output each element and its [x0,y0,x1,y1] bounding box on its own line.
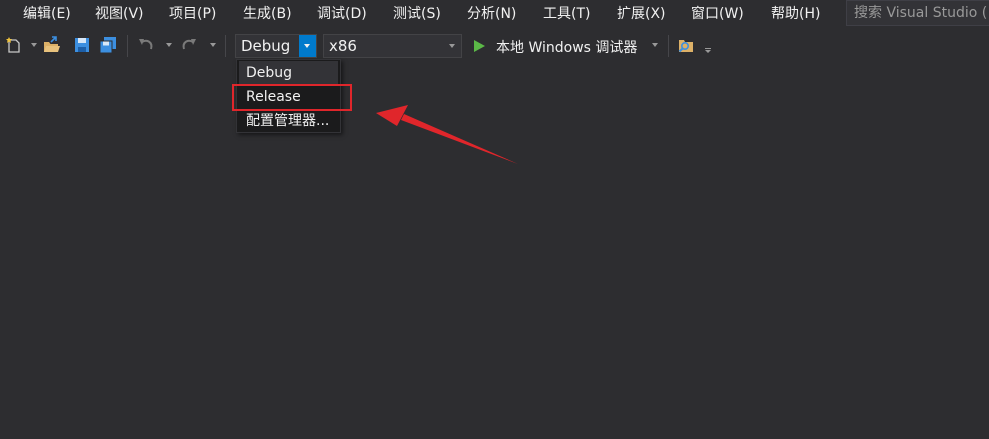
menu-build[interactable]: 生成(B) [243,5,292,23]
toolbar-separator [225,35,226,57]
menu-extensions[interactable]: 扩展(X) [617,5,666,23]
undo-icon[interactable] [137,36,155,54]
platform-dropdown-button[interactable] [444,35,461,57]
play-icon [474,40,485,52]
redo-dropdown-icon[interactable] [210,43,216,47]
menu-bar: 编辑(E) 视图(V) 项目(P) 生成(B) 调试(D) 测试(S) 分析(N… [0,0,989,28]
menu-help[interactable]: 帮助(H) [771,5,820,23]
highlight-annotation-box [232,84,352,111]
standard-toolbar: Debug x86 本地 Windows 调试器 [0,30,989,62]
menu-window[interactable]: 窗口(W) [691,5,744,23]
configuration-value: Debug [241,37,291,55]
dropdown-option-configuration-manager[interactable]: 配置管理器... [239,109,338,133]
configuration-dropdown-button[interactable] [299,35,316,57]
dropdown-option-debug[interactable]: Debug [239,61,338,85]
annotation-arrow [376,105,518,164]
menu-analyze[interactable]: 分析(N) [467,5,516,23]
menu-tools[interactable]: 工具(T) [543,5,590,23]
menu-debug[interactable]: 调试(D) [317,5,367,23]
debug-target-dropdown-icon[interactable] [652,43,658,47]
menu-edit[interactable]: 编辑(E) [23,5,71,23]
undo-dropdown-icon[interactable] [166,43,172,47]
new-project-icon[interactable] [5,36,23,54]
toolbar-separator [668,35,669,57]
menu-view[interactable]: 视图(V) [95,5,144,23]
toolbar-overflow-icon[interactable] [703,36,713,54]
save-icon[interactable] [73,36,91,54]
menu-test[interactable]: 测试(S) [393,5,441,23]
search-input[interactable]: 搜索 Visual Studio ( [846,0,989,26]
save-all-icon[interactable] [99,36,117,54]
start-debugging-button[interactable] [470,34,488,58]
chevron-down-icon [449,44,455,48]
configuration-combo[interactable]: Debug [235,34,317,58]
toolbar-separator [127,35,128,57]
new-project-dropdown-icon[interactable] [31,43,37,47]
open-folder-icon[interactable] [43,36,61,54]
menu-project[interactable]: 项目(P) [169,5,216,23]
platform-value: x86 [329,37,357,55]
platform-combo[interactable]: x86 [323,34,462,58]
start-debugging-label[interactable]: 本地 Windows 调试器 [496,37,637,57]
chevron-down-icon [304,44,310,48]
find-in-files-icon[interactable] [677,36,695,54]
redo-icon[interactable] [180,36,198,54]
